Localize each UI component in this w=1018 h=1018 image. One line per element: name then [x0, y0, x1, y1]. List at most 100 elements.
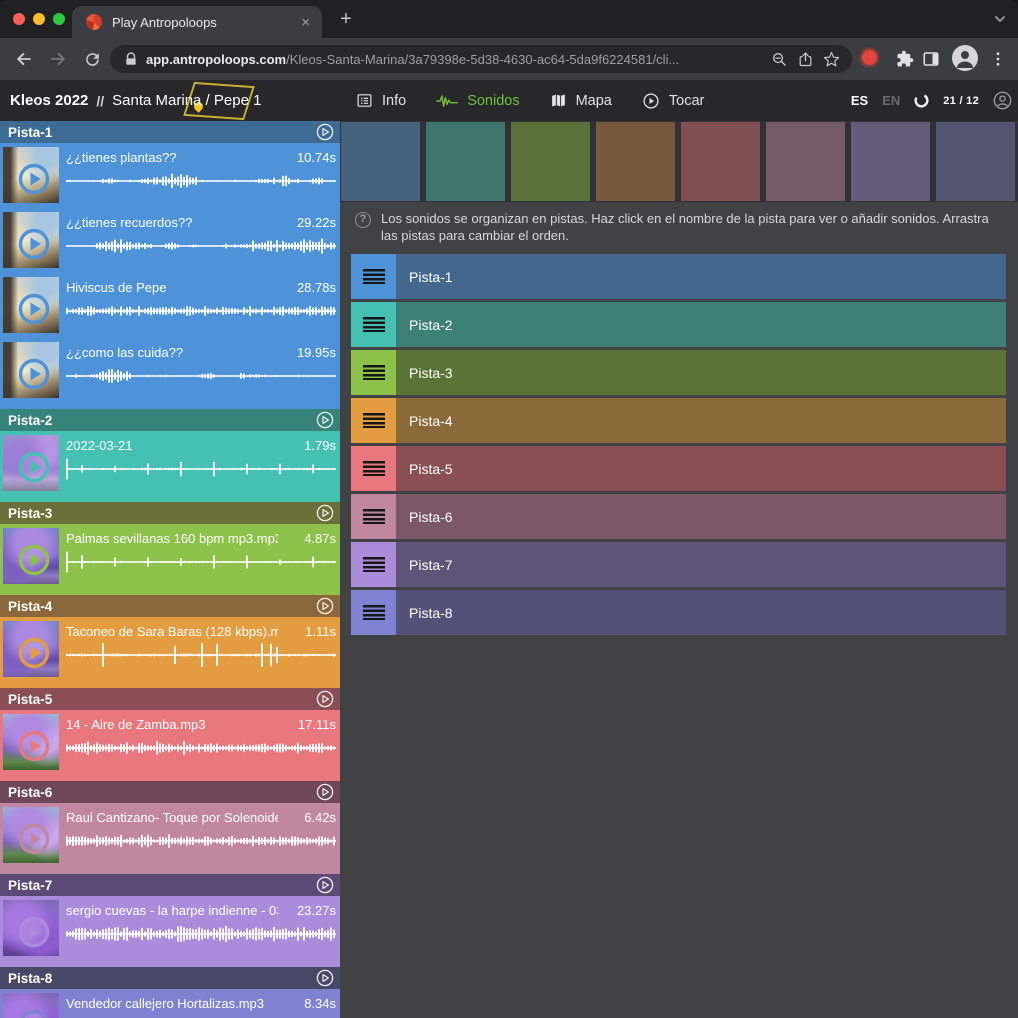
clip-waveform[interactable] — [66, 231, 336, 261]
play-track-icon[interactable] — [316, 597, 334, 615]
track-row-bar[interactable]: Pista-4 — [396, 398, 1006, 443]
lang-es-button[interactable]: ES — [851, 93, 868, 108]
clip-play-icon[interactable] — [18, 293, 50, 325]
nav-tab-mapa[interactable]: Mapa — [550, 92, 612, 109]
clip-thumbnail[interactable] — [3, 900, 59, 956]
play-track-icon[interactable] — [316, 123, 334, 141]
record-indicator-icon[interactable] — [862, 50, 877, 65]
clip-waveform[interactable] — [66, 640, 336, 670]
clip-play-icon[interactable] — [18, 1009, 50, 1018]
nav-tab-sonidos[interactable]: Sonidos — [436, 93, 519, 109]
window-close-button[interactable] — [13, 13, 25, 25]
drag-handle[interactable] — [351, 302, 396, 347]
clip-play-icon[interactable] — [18, 163, 50, 195]
share-icon[interactable] — [792, 46, 818, 72]
back-button[interactable] — [12, 47, 36, 71]
audio-clip[interactable]: Vendedor callejero Hortalizas.mp3 8.34s — [0, 989, 340, 1018]
clip-waveform[interactable] — [66, 1012, 336, 1018]
breadcrumb-project[interactable]: Kleos 2022 — [10, 92, 88, 109]
track-row-bar[interactable]: Pista-6 — [396, 494, 1006, 539]
track-row[interactable]: Pista-4 — [351, 398, 1006, 443]
clip-thumbnail[interactable] — [3, 621, 59, 677]
play-track-icon[interactable] — [316, 504, 334, 522]
tab-close-icon[interactable]: × — [299, 15, 312, 30]
clip-thumbnail[interactable] — [3, 528, 59, 584]
track-row[interactable]: Pista-2 — [351, 302, 1006, 347]
drag-handle[interactable] — [351, 494, 396, 539]
clip-play-icon[interactable] — [18, 637, 50, 669]
audio-clip[interactable]: Taconeo de Sara Baras (128 kbps).mp3 1.1… — [0, 617, 340, 682]
track-header[interactable]: Pista-7 — [0, 874, 340, 896]
browser-menu-kebab-icon[interactable] — [986, 47, 1010, 71]
audio-clip[interactable]: sergio cuevas - la harpe indienne - 03 -… — [0, 896, 340, 961]
clip-play-icon[interactable] — [18, 228, 50, 260]
clip-play-icon[interactable] — [18, 451, 50, 483]
window-zoom-button[interactable] — [53, 13, 65, 25]
account-icon[interactable] — [993, 91, 1012, 110]
drag-handle[interactable] — [351, 398, 396, 443]
clip-play-icon[interactable] — [18, 358, 50, 390]
track-color-square[interactable] — [851, 122, 930, 201]
track-color-square[interactable] — [766, 122, 845, 201]
side-panel-icon[interactable] — [919, 47, 943, 71]
clip-thumbnail[interactable] — [3, 277, 59, 333]
browser-tab[interactable]: Play Antropoloops × — [72, 6, 322, 38]
audio-clip[interactable]: ¿¿tienes plantas?? 10.74s — [0, 143, 340, 208]
track-row[interactable]: Pista-8 — [351, 590, 1006, 635]
clip-waveform[interactable] — [66, 361, 336, 391]
clip-play-icon[interactable] — [18, 730, 50, 762]
track-row[interactable]: Pista-6 — [351, 494, 1006, 539]
nav-tab-tocar[interactable]: Tocar — [642, 92, 704, 110]
track-color-square[interactable] — [681, 122, 760, 201]
drag-handle[interactable] — [351, 446, 396, 491]
audio-clip[interactable]: 14 - Aire de Zamba.mp3 17.11s — [0, 710, 340, 775]
profile-avatar[interactable] — [952, 45, 978, 71]
track-color-square[interactable] — [341, 122, 420, 201]
window-minimize-button[interactable] — [33, 13, 45, 25]
extensions-puzzle-icon[interactable] — [893, 47, 917, 71]
clip-waveform[interactable] — [66, 919, 336, 949]
track-header[interactable]: Pista-3 — [0, 502, 340, 524]
track-row[interactable]: Pista-5 — [351, 446, 1006, 491]
track-color-square[interactable] — [936, 122, 1015, 201]
track-row-bar[interactable]: Pista-3 — [396, 350, 1006, 395]
track-header[interactable]: Pista-4 — [0, 595, 340, 617]
nav-tab-info[interactable]: Info — [356, 92, 406, 109]
track-header[interactable]: Pista-1 — [0, 121, 340, 143]
tab-search-chevron-icon[interactable] — [992, 11, 1008, 27]
drag-handle[interactable] — [351, 590, 396, 635]
forward-button[interactable] — [46, 47, 70, 71]
track-row-bar[interactable]: Pista-8 — [396, 590, 1006, 635]
drag-handle[interactable] — [351, 254, 396, 299]
audio-clip[interactable]: Palmas sevillanas 160 bpm mp3.mp3 4.87s — [0, 524, 340, 589]
drag-handle[interactable] — [351, 350, 396, 395]
clip-waveform[interactable] — [66, 166, 336, 196]
play-track-icon[interactable] — [316, 411, 334, 429]
clip-thumbnail[interactable] — [3, 993, 59, 1018]
clip-play-icon[interactable] — [18, 916, 50, 948]
audio-clip[interactable]: ¿¿como las cuida?? 19.95s — [0, 338, 340, 403]
play-track-icon[interactable] — [316, 783, 334, 801]
clip-thumbnail[interactable] — [3, 147, 59, 203]
track-row[interactable]: Pista-1 — [351, 254, 1006, 299]
track-color-square[interactable] — [596, 122, 675, 201]
track-header[interactable]: Pista-5 — [0, 688, 340, 710]
audio-clip[interactable]: ¿¿tienes recuerdos?? 29.22s — [0, 208, 340, 273]
audio-clip[interactable]: 2022-03-21 1.79s — [0, 431, 340, 496]
play-track-icon[interactable] — [316, 969, 334, 987]
clip-waveform[interactable] — [66, 733, 336, 763]
track-header[interactable]: Pista-8 — [0, 967, 340, 989]
track-row[interactable]: Pista-7 — [351, 542, 1006, 587]
track-row[interactable]: Pista-3 — [351, 350, 1006, 395]
track-row-bar[interactable]: Pista-1 — [396, 254, 1006, 299]
clip-waveform[interactable] — [66, 826, 336, 856]
track-color-square[interactable] — [426, 122, 505, 201]
track-header[interactable]: Pista-6 — [0, 781, 340, 803]
track-row-bar[interactable]: Pista-7 — [396, 542, 1006, 587]
play-track-icon[interactable] — [316, 690, 334, 708]
track-row-bar[interactable]: Pista-2 — [396, 302, 1006, 347]
play-track-icon[interactable] — [316, 876, 334, 894]
clip-play-icon[interactable] — [18, 823, 50, 855]
drag-handle[interactable] — [351, 542, 396, 587]
clip-waveform[interactable] — [66, 547, 336, 577]
